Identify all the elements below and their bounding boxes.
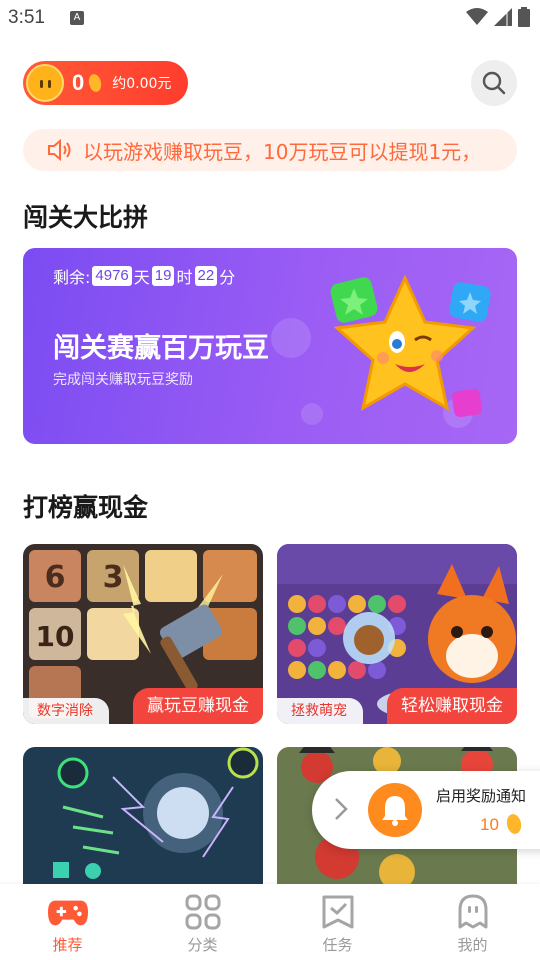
svg-text:6: 6 [45,560,66,595]
tab-category[interactable]: 分类 [135,884,270,960]
days-unit: 天 [133,268,150,287]
status-icons [466,7,530,27]
tab-tasks[interactable]: 任务 [270,884,405,960]
search-icon [482,71,506,95]
status-bar: 3:51 A [0,0,540,36]
bean-icon [506,814,522,834]
challenge-banner[interactable]: 剩余: 4976 天 19 时 22 分 闯关赛赢百万玩豆 完成闯关赚取玩豆奖励 [23,248,517,444]
game-card-space-shooter[interactable] [23,747,263,884]
remaining-label: 剩余: [53,268,91,287]
coin-count: 0 [72,70,85,95]
ghost-icon [453,894,493,930]
signal-icon [494,8,512,26]
announcement-marquee[interactable]: 以玩游戏赚取玩豆，10万玩豆可以提现1元， [23,129,517,171]
grid-icon [183,894,223,930]
space-shooter-artwork [23,747,263,884]
section-title-ranking: 打榜赢现金 [23,493,149,522]
countdown-timer: 剩余: 4976 天 19 时 22 分 [53,264,235,288]
star-mascot-illustration [330,274,491,418]
game-card-rescue-pets[interactable]: 拯救萌宠 轻松赚取现金 [277,544,517,724]
avatar [26,64,64,102]
speaker-icon [48,138,71,162]
game-action-button[interactable]: 赢玩豆赚现金 [133,688,263,724]
game-tag: 数字消除 [23,698,109,724]
game-card-number-elimination[interactable]: 6 3 10 数字消除 赢玩豆赚现金 [23,544,263,724]
marquee-text: 以玩游戏赚取玩豆，10万玩豆可以提现1元， [83,139,482,164]
chevron-right-icon[interactable] [334,797,348,821]
game-tag: 拯救萌宠 [277,698,363,724]
coin-balance-pill[interactable]: 0 约0.00元 [23,61,188,105]
banner-subtitle: 完成闯关赚取玩豆奖励 [53,372,193,388]
countdown-minutes: 22 [194,266,218,286]
hours-unit: 时 [176,268,193,287]
notify-text: 启用奖励通知 [436,787,527,805]
gamepad-icon [47,894,88,930]
reward-notification-popup[interactable]: 启用奖励通知 10 [312,771,540,849]
tab-recommend[interactable]: 推荐 [0,884,135,960]
tab-label: 推荐 [52,936,83,954]
search-button[interactable] [471,60,517,106]
svg-text:3: 3 [103,560,124,595]
banner-title: 闯关赛赢百万玩豆 [53,333,269,364]
tab-mine[interactable]: 我的 [405,884,540,960]
bottom-tab-bar: 推荐 分类 任务 我的 [0,884,540,960]
bean-icon [89,74,102,92]
battery-icon [518,7,530,27]
tab-label: 任务 [322,936,353,954]
bell-icon [368,783,422,837]
minutes-unit: 分 [219,268,236,287]
notify-reward-count: 10 [480,815,499,834]
task-icon [318,894,358,930]
tab-label: 分类 [187,936,218,954]
status-time: 3:51 [8,7,45,28]
countdown-hours: 19 [151,266,175,286]
countdown-days: 4976 [92,266,132,286]
wifi-icon [466,8,488,25]
tab-label: 我的 [457,936,488,954]
coin-approx-value: 约0.00元 [112,76,172,92]
notification-icon: A [70,11,84,25]
svg-text:10: 10 [36,620,75,653]
section-title-challenge: 闯关大比拼 [23,203,149,232]
game-action-button[interactable]: 轻松赚取现金 [387,688,517,724]
